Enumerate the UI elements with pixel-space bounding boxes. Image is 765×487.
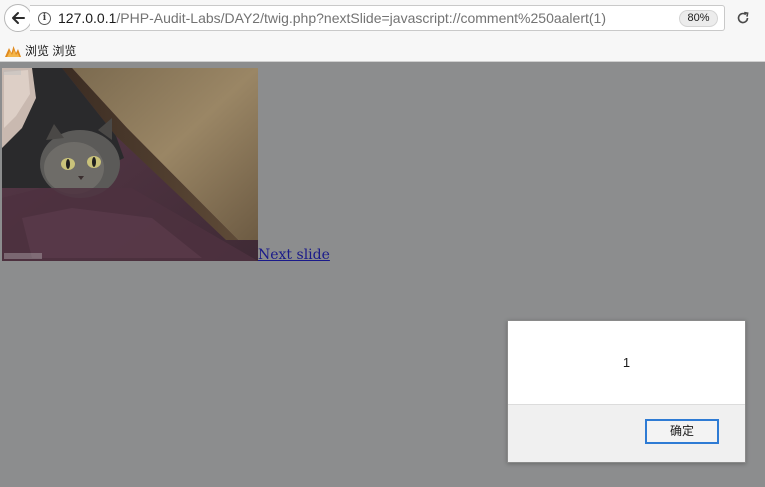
- bookmark-favicon-icon: [5, 45, 21, 57]
- url-host: 127.0.0.1: [58, 10, 117, 26]
- url-text[interactable]: 127.0.0.1/PHP-Audit-Labs/DAY2/twig.php?n…: [58, 10, 606, 27]
- alert-dialog: 1 确定: [507, 320, 746, 463]
- slide-image-cat: [2, 68, 258, 261]
- info-icon[interactable]: i: [38, 12, 51, 25]
- back-arrow-icon: [12, 12, 25, 24]
- alert-footer: 确定: [508, 404, 745, 462]
- reload-icon: [737, 11, 749, 24]
- bookmark-item[interactable]: 浏览 浏览: [5, 41, 76, 59]
- next-slide-link[interactable]: Next slide: [258, 247, 330, 263]
- alert-ok-button[interactable]: 确定: [645, 419, 719, 444]
- reload-button[interactable]: [734, 9, 752, 27]
- zoom-level-badge[interactable]: 80%: [679, 10, 718, 27]
- bookmarks-bar: 浏览 浏览: [0, 38, 765, 62]
- back-button[interactable]: [4, 4, 32, 32]
- bookmark-label: 浏览 浏览: [25, 43, 77, 58]
- browser-toolbar: i 127.0.0.1/PHP-Audit-Labs/DAY2/twig.php…: [0, 0, 765, 38]
- alert-message: 1: [622, 355, 631, 370]
- url-path: /PHP-Audit-Labs/DAY2/twig.php?nextSlide=…: [116, 10, 606, 26]
- page-content: Next slide 1 确定: [0, 62, 765, 487]
- address-bar[interactable]: i 127.0.0.1/PHP-Audit-Labs/DAY2/twig.php…: [30, 5, 725, 31]
